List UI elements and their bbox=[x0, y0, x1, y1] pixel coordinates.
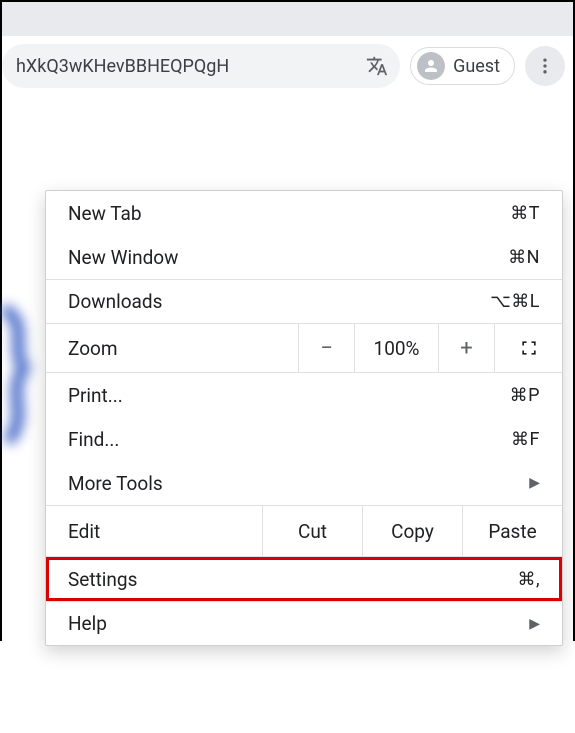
menu-label: Find... bbox=[68, 428, 119, 451]
profile-guest-button[interactable]: Guest bbox=[410, 47, 515, 85]
menu-item-more-tools[interactable]: More Tools ▶ bbox=[46, 461, 562, 505]
translate-icon[interactable] bbox=[360, 49, 394, 83]
tab-strip bbox=[2, 2, 573, 36]
shortcut: ⌘N bbox=[508, 247, 540, 268]
zoom-percent: 100% bbox=[354, 324, 438, 372]
guest-label: Guest bbox=[453, 56, 500, 77]
shortcut: ⌘, bbox=[517, 569, 540, 590]
url-text: hXkQ3wKHevBBHEQPQgH bbox=[16, 56, 360, 77]
copy-button[interactable]: Copy bbox=[362, 506, 462, 556]
background-blur bbox=[2, 296, 37, 466]
cut-button[interactable]: Cut bbox=[262, 506, 362, 556]
browser-toolbar: hXkQ3wKHevBBHEQPQgH Guest bbox=[2, 36, 573, 96]
fullscreen-button[interactable] bbox=[494, 324, 562, 372]
menu-label: Settings bbox=[68, 568, 137, 591]
chrome-menu: New Tab ⌘T New Window ⌘N Downloads ⌥⌘L Z… bbox=[45, 190, 563, 646]
menu-item-help[interactable]: Help ▶ bbox=[46, 601, 562, 645]
menu-label: More Tools bbox=[68, 472, 163, 495]
menu-item-find[interactable]: Find... ⌘F bbox=[46, 417, 562, 461]
zoom-out-button[interactable]: − bbox=[298, 324, 354, 372]
edit-label: Edit bbox=[46, 506, 262, 556]
menu-item-zoom: Zoom − 100% + bbox=[46, 323, 562, 373]
fullscreen-icon bbox=[519, 338, 539, 358]
menu-label: Downloads bbox=[68, 290, 162, 313]
menu-label: Print... bbox=[68, 384, 123, 407]
page-content: New Tab ⌘T New Window ⌘N Downloads ⌥⌘L Z… bbox=[2, 96, 573, 733]
menu-item-settings[interactable]: Settings ⌘, bbox=[46, 557, 562, 601]
menu-item-downloads[interactable]: Downloads ⌥⌘L bbox=[46, 279, 562, 323]
shortcut: ⌘F bbox=[511, 429, 540, 450]
more-menu-button[interactable] bbox=[525, 46, 565, 86]
shortcut: ⌘T bbox=[510, 203, 540, 224]
person-icon bbox=[417, 52, 445, 80]
menu-item-new-tab[interactable]: New Tab ⌘T bbox=[46, 191, 562, 235]
zoom-label: Zoom bbox=[46, 324, 298, 372]
menu-item-new-window[interactable]: New Window ⌘N bbox=[46, 235, 562, 279]
menu-item-edit: Edit Cut Copy Paste bbox=[46, 505, 562, 557]
menu-item-print[interactable]: Print... ⌘P bbox=[46, 373, 562, 417]
menu-label: New Tab bbox=[68, 202, 142, 225]
paste-button[interactable]: Paste bbox=[462, 506, 562, 556]
shortcut: ⌘P bbox=[510, 385, 540, 406]
menu-label: Help bbox=[68, 612, 107, 635]
menu-label: New Window bbox=[68, 246, 178, 269]
address-bar[interactable]: hXkQ3wKHevBBHEQPQgH bbox=[2, 44, 400, 88]
chevron-right-icon: ▶ bbox=[529, 475, 540, 491]
chevron-right-icon: ▶ bbox=[529, 616, 540, 632]
shortcut: ⌥⌘L bbox=[490, 291, 540, 312]
zoom-in-button[interactable]: + bbox=[438, 324, 494, 372]
